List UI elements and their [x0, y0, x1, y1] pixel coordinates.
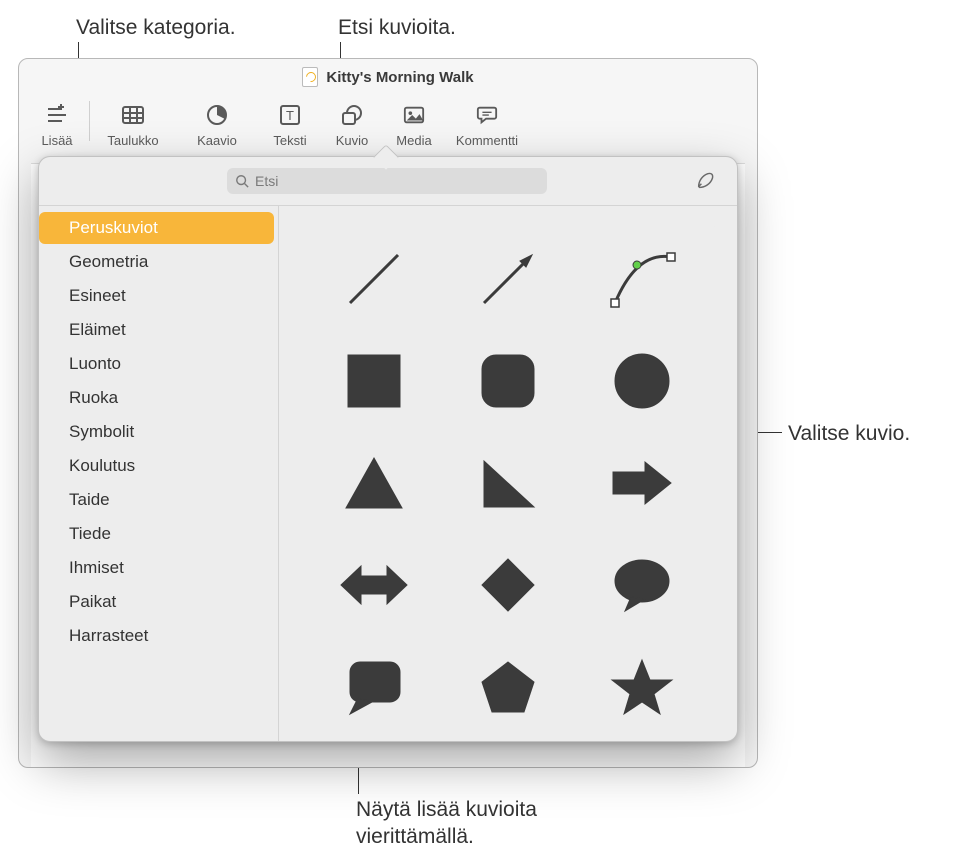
toolbar-chart-label: Kaavio [197, 133, 237, 148]
document-icon [302, 67, 318, 87]
shape-star[interactable] [599, 649, 685, 725]
shape-rounded-square[interactable] [465, 343, 551, 419]
shape-right-triangle[interactable] [465, 445, 551, 521]
edit-shapes-button[interactable] [693, 168, 719, 194]
toolbar-table[interactable]: Taulukko [92, 99, 174, 148]
sidebar-item-objects[interactable]: Esineet [39, 280, 278, 312]
toolbar-comment-label: Kommentti [456, 133, 518, 148]
toolbar-insert-label: Lisää [41, 133, 72, 148]
callout-category: Valitse kategoria. [76, 14, 236, 41]
text-icon: T [275, 101, 305, 129]
sidebar-item-symbols[interactable]: Symbolit [39, 416, 278, 448]
sidebar-item-hobbies[interactable]: Harrasteet [39, 620, 278, 652]
sidebar-item-people[interactable]: Ihmiset [39, 552, 278, 584]
sidebar-item-animals[interactable]: Eläimet [39, 314, 278, 346]
sidebar-item-geometry[interactable]: Geometria [39, 246, 278, 278]
window-title: Kitty's Morning Walk [326, 69, 473, 86]
toolbar-shape[interactable]: Kuvio [322, 99, 382, 148]
popover-body: Peruskuviot Geometria Esineet Eläimet Lu… [39, 205, 737, 741]
pen-icon [695, 170, 717, 192]
media-icon [399, 101, 429, 129]
sidebar-item-education[interactable]: Koulutus [39, 450, 278, 482]
toolbar-insert[interactable]: Lisää [27, 99, 87, 148]
shape-arrow-right[interactable] [599, 445, 685, 521]
toolbar-text[interactable]: T Teksti [260, 99, 320, 148]
insert-icon [42, 101, 72, 129]
shapes-popover: Etsi Peruskuviot Geometria Esineet Eläim… [38, 156, 738, 742]
toolbar-shape-label: Kuvio [336, 133, 369, 148]
category-sidebar: Peruskuviot Geometria Esineet Eläimet Lu… [39, 206, 279, 741]
table-icon [118, 101, 148, 129]
toolbar-media[interactable]: Media [384, 99, 444, 148]
callout-select-shape: Valitse kuvio. [788, 420, 910, 447]
toolbar-text-label: Teksti [273, 133, 306, 148]
toolbar-divider [89, 101, 90, 141]
comment-icon [472, 101, 502, 129]
shape-line[interactable] [331, 241, 417, 317]
sidebar-item-food[interactable]: Ruoka [39, 382, 278, 414]
search-field[interactable]: Etsi [227, 168, 547, 194]
sidebar-item-science[interactable]: Tiede [39, 518, 278, 550]
shape-arrow-biarrow[interactable] [331, 547, 417, 623]
shape-curve[interactable] [599, 241, 685, 317]
shape-pentagon[interactable] [465, 649, 551, 725]
shape-circle[interactable] [599, 343, 685, 419]
shape-icon [337, 101, 367, 129]
callout-scroll: Näytä lisää kuvioita vierittämällä. [356, 796, 616, 851]
toolbar-table-label: Taulukko [107, 133, 158, 148]
titlebar: Kitty's Morning Walk [19, 59, 757, 95]
sidebar-item-art[interactable]: Taide [39, 484, 278, 516]
toolbar-comment[interactable]: Kommentti [446, 99, 528, 148]
sidebar-item-nature[interactable]: Luonto [39, 348, 278, 380]
sidebar-item-places[interactable]: Paikat [39, 586, 278, 618]
search-placeholder: Etsi [255, 173, 278, 189]
svg-text:T: T [286, 108, 294, 123]
toolbar-chart[interactable]: Kaavio [176, 99, 258, 148]
toolbar-media-label: Media [396, 133, 431, 148]
shape-rounded-callout[interactable] [331, 649, 417, 725]
callout-search: Etsi kuvioita. [338, 14, 456, 41]
shape-square[interactable] [331, 343, 417, 419]
shape-arrow-line[interactable] [465, 241, 551, 317]
shape-triangle[interactable] [331, 445, 417, 521]
callout-line-select [756, 432, 782, 433]
search-icon [235, 174, 249, 188]
shape-diamond[interactable] [465, 547, 551, 623]
sidebar-item-basic[interactable]: Peruskuviot [39, 212, 274, 244]
chart-icon [202, 101, 232, 129]
shapes-pane [279, 206, 737, 741]
callout-scroll-line2: vierittämällä. [356, 825, 474, 848]
shape-speech-bubble[interactable] [599, 547, 685, 623]
callout-scroll-line1: Näytä lisää kuvioita [356, 798, 537, 821]
shapes-grid[interactable] [299, 224, 717, 723]
